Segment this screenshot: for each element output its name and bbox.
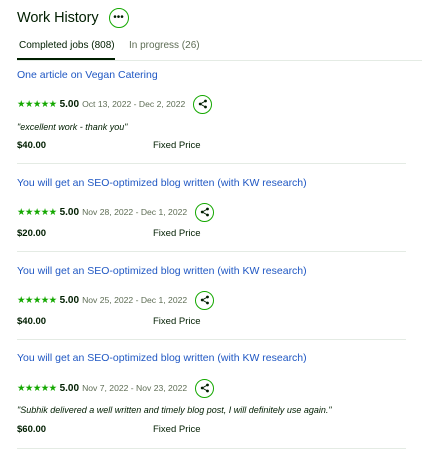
job-dates: Nov 28, 2022 - Dec 1, 2022 [82,207,188,217]
job-price: $60.00 [17,424,47,435]
client-feedback: "Subhik delivered a well written and tim… [17,405,332,415]
job-divider [17,163,406,164]
job-dates: Oct 13, 2022 - Dec 2, 2022 [82,99,186,109]
share-button[interactable] [195,202,215,222]
rating-score: 5.00 [59,382,80,394]
rating-score: 5.00 [59,206,80,218]
rating-score: 5.00 [59,294,80,306]
tab-completed-jobs[interactable]: Completed jobs (808) [19,40,115,51]
rating-row: ★★★★★ 5.00 Nov 7, 2022 - Nov 23, 2022 [17,378,215,398]
rating-row: ★★★★★ 5.00 Nov 28, 2022 - Dec 1, 2022 [17,202,215,222]
rating-row: ★★★★★ 5.00 Nov 25, 2022 - Dec 1, 2022 [17,290,215,310]
job-title-link[interactable]: You will get an SEO-optimized blog writt… [17,352,307,364]
share-button[interactable] [195,290,215,310]
rating-score: 5.00 [59,98,80,110]
price-type: Fixed Price [153,228,201,239]
job-price: $40.00 [17,140,47,151]
job-dates: Nov 7, 2022 - Nov 23, 2022 [82,383,188,393]
client-feedback: "excellent work - thank you" [17,122,128,132]
job-dates: Nov 25, 2022 - Dec 1, 2022 [82,295,188,305]
more-horizontal-icon: ••• [113,12,124,23]
price-type: Fixed Price [153,424,201,435]
share-icon [200,383,209,393]
job-title-link[interactable]: You will get an SEO-optimized blog writt… [17,265,307,277]
price-type: Fixed Price [153,140,201,151]
tab-in-progress[interactable]: In progress (26) [129,40,200,51]
rating-row: ★★★★★ 5.00 Oct 13, 2022 - Dec 2, 2022 [17,94,213,114]
active-tab-indicator [17,58,115,60]
job-divider [17,339,406,340]
share-button[interactable] [193,94,213,114]
work-history-panel: Work History ••• Completed jobs (808) In… [0,0,422,450]
job-divider [17,251,406,252]
job-price: $40.00 [17,316,47,327]
star-rating-icon: ★★★★★ [17,382,57,394]
job-divider [17,448,406,449]
price-type: Fixed Price [153,316,201,327]
star-rating-icon: ★★★★★ [17,98,57,110]
section-title: Work History [17,10,99,26]
share-icon [198,99,207,109]
work-history-header: Work History ••• [17,8,129,28]
job-title-link[interactable]: One article on Vegan Catering [17,69,158,81]
more-options-button[interactable]: ••• [108,8,129,28]
star-rating-icon: ★★★★★ [17,294,57,306]
share-icon [200,295,209,305]
job-price: $20.00 [17,228,47,239]
share-icon [200,207,209,217]
tab-bar: Completed jobs (808) In progress (26) [17,36,422,61]
job-title-link[interactable]: You will get an SEO-optimized blog writt… [17,177,307,189]
star-rating-icon: ★★★★★ [17,206,57,218]
share-button[interactable] [195,378,215,398]
